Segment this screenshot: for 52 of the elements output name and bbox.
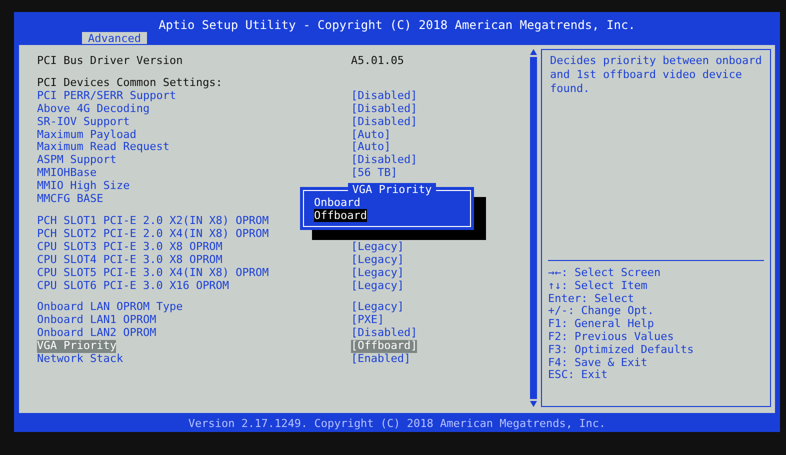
- setting-label[interactable]: CPU SLOT4 PCI-E 3.0 X8 OPROM: [37, 254, 351, 267]
- setting-label[interactable]: ASPM Support: [37, 154, 351, 168]
- setting-label[interactable]: Onboard LAN2 OPROM: [37, 327, 351, 340]
- setting-label[interactable]: Onboard LAN OPROM Type: [37, 301, 351, 314]
- setting-value[interactable]: [Legacy]: [351, 301, 404, 314]
- key-hint: +/-: Change Opt.: [548, 305, 655, 318]
- key-hint: F1: General Help: [548, 318, 655, 331]
- popup-option[interactable]: Onboard: [314, 196, 360, 209]
- key-hint: F2: Previous Values: [548, 330, 675, 344]
- setting-value[interactable]: [Offboard]: [351, 340, 418, 354]
- setting-value[interactable]: [Disabled]: [351, 327, 418, 340]
- setting-value[interactable]: [PXE]: [351, 314, 384, 328]
- tab[interactable]: Advanced: [82, 32, 147, 45]
- setting-value[interactable]: [Legacy]: [351, 240, 404, 254]
- version-footer: Version 2.17.1249. Copyright (C) 2018 American Megatrends, Inc.: [14, 414, 780, 432]
- setting-label[interactable]: Maximum Payload: [37, 128, 351, 142]
- setting-label[interactable]: Maximum Read Request: [37, 141, 351, 154]
- setting-value: A5.01.05: [351, 55, 404, 68]
- setting-value[interactable]: [Legacy]: [351, 254, 404, 267]
- popup-option[interactable]: Offboard: [314, 209, 367, 222]
- setting-label[interactable]: Onboard LAN1 OPROM: [37, 314, 351, 328]
- setting-label: PCI Devices Common Settings:: [37, 76, 224, 90]
- setting-value[interactable]: [Auto]: [351, 141, 391, 154]
- key-hint: ↑↓: Select Item: [548, 280, 648, 293]
- key-hint: F3: Optimized Defaults: [548, 344, 695, 357]
- setting-value[interactable]: [Auto]: [351, 128, 391, 142]
- setting-value[interactable]: [56 TB]: [351, 167, 398, 180]
- key-hint: →←: Select Screen: [548, 267, 662, 280]
- setting-label[interactable]: CPU SLOT5 PCI-E 3.0 X4(IN X8) OPROM: [37, 266, 351, 280]
- window-title: Aptio Setup Utility - Copyright (C) 2018 American Megatrends, Inc.: [158, 17, 636, 32]
- setting-value[interactable]: [Disabled]: [351, 116, 418, 129]
- setting-label[interactable]: MMIOHBase: [37, 167, 351, 180]
- setting-label[interactable]: VGA Priority: [37, 340, 116, 354]
- setting-label[interactable]: CPU SLOT6 PCI-E 3.0 X16 OPROM: [37, 280, 351, 292]
- setting-value[interactable]: [Disabled]: [351, 90, 418, 103]
- setting-label[interactable]: SR-IOV Support: [37, 116, 351, 129]
- setting-value[interactable]: [Legacy]: [351, 280, 404, 292]
- setting-label[interactable]: PCI PERR/SERR Support: [37, 90, 351, 103]
- setting-label[interactable]: PCH SLOT2 PCI-E 2.0 X4(IN X8) OPROM: [37, 228, 351, 241]
- help-description: Decides priority between onboard and 1st offboard video device found.: [549, 53, 763, 97]
- popup-title: VGA Priority: [348, 183, 436, 196]
- setting-value[interactable]: [Enabled]: [351, 353, 411, 366]
- setting-label[interactable]: CPU SLOT3 PCI-E 3.0 X8 OPROM: [37, 240, 351, 254]
- setting-value[interactable]: [Disabled]: [351, 154, 418, 168]
- setting-label[interactable]: Network Stack: [37, 353, 351, 366]
- key-hint: Enter: Select: [548, 292, 636, 306]
- setting-label: PCI Bus Driver Version: [37, 55, 184, 68]
- key-hint: F4: Save & Exit: [548, 356, 648, 370]
- setting-value[interactable]: [Legacy]: [351, 266, 404, 280]
- setting-label[interactable]: Above 4G Decoding: [37, 102, 351, 116]
- setting-value[interactable]: [Disabled]: [351, 102, 418, 116]
- key-hint: ESC: Exit: [548, 369, 609, 382]
